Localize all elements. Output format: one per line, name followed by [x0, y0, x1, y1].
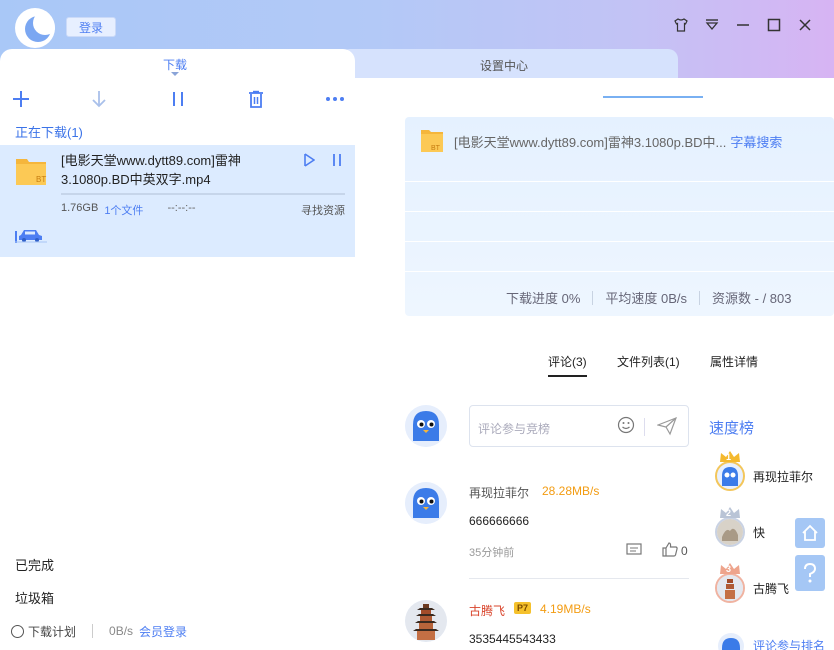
- avatar: [718, 633, 744, 650]
- minimize-icon[interactable]: [734, 16, 752, 34]
- global-speed: 0B/s: [109, 624, 134, 638]
- find-source-link[interactable]: 寻找资源: [301, 202, 345, 218]
- help-button[interactable]: [795, 555, 825, 591]
- tab-file-list[interactable]: 文件列表(1): [617, 353, 680, 370]
- subtitle-search-link[interactable]: 字幕搜索: [730, 135, 782, 150]
- clock-icon: [11, 624, 24, 638]
- window-controls: [672, 16, 814, 34]
- status-bar: 下载计划 0B/s 会员登录: [0, 617, 355, 645]
- like-icon[interactable]: [662, 542, 678, 557]
- svg-text:BT: BT: [36, 175, 46, 184]
- tab-comments[interactable]: 评论(3): [548, 353, 587, 377]
- send-icon[interactable]: [657, 416, 677, 436]
- bt-file-icon: BT: [16, 159, 46, 185]
- more-icon[interactable]: [322, 86, 348, 112]
- login-button[interactable]: 登录: [66, 17, 116, 37]
- comment-speed: 28.28MB/s: [542, 484, 600, 498]
- avatar: 2: [715, 507, 745, 547]
- vip-login-link[interactable]: 会员登录: [139, 623, 187, 640]
- rank-item[interactable]: 2 快: [715, 507, 766, 547]
- rank-username: 再现拉菲尔: [753, 469, 814, 484]
- tab-caret-icon: [171, 72, 179, 76]
- download-meta: 1.76GB 1个文件 --:--:--: [61, 202, 196, 218]
- avatar[interactable]: [405, 600, 447, 642]
- task-info-card: BT [电影天堂www.dytt89.com]雷神3.1080p.BD中... 字…: [405, 117, 834, 316]
- join-ranking-link[interactable]: 评论参与排名: [753, 637, 825, 650]
- tab-properties[interactable]: 属性详情: [710, 353, 758, 370]
- app-logo: [15, 8, 55, 48]
- downloading-section-title[interactable]: 正在下载(1): [15, 122, 83, 141]
- download-item[interactable]: BT [电影天堂www.dytt89.com]雷神3.1080p.BD中英双字.…: [0, 145, 355, 257]
- download-item-actions: [303, 153, 343, 170]
- rank-username: 快: [753, 525, 766, 540]
- rank-username: 古腾飞: [753, 581, 790, 596]
- progress-stat: 下载进度 0%: [506, 291, 581, 306]
- remaining-time: --:--:--: [167, 202, 196, 214]
- pause-icon[interactable]: [165, 86, 191, 112]
- home-icon: [802, 524, 818, 541]
- like-count: 0: [681, 544, 688, 558]
- reply-icon[interactable]: [626, 543, 642, 557]
- delete-icon[interactable]: [243, 86, 269, 112]
- close-icon[interactable]: [796, 16, 814, 34]
- task-stats: 下载进度 0% 平均速度 0B/s 资源数 - / 803: [506, 288, 792, 307]
- help-icon: [804, 562, 817, 583]
- toolbar: [0, 86, 355, 112]
- vip-level-badge: P7: [514, 602, 532, 614]
- avg-speed-stat: 平均速度 0B/s: [605, 291, 688, 306]
- comment-text: 3535445543433: [469, 632, 556, 646]
- comment-username[interactable]: 古腾飞: [469, 602, 505, 619]
- avatar[interactable]: [405, 482, 447, 524]
- bt-file-icon: BT: [421, 130, 443, 152]
- comment-speed: 4.19MB/s: [540, 602, 591, 616]
- emoji-icon[interactable]: [617, 416, 635, 434]
- comment-input[interactable]: 评论参与竞榜: [469, 405, 689, 447]
- completed-section[interactable]: 已完成: [15, 555, 54, 574]
- download-file-name: [电影天堂www.dytt89.com]雷神3.1080p.BD中英双字.mp4: [61, 153, 241, 187]
- comment-username[interactable]: 再现拉菲尔: [469, 484, 529, 501]
- maximize-icon[interactable]: [765, 16, 783, 34]
- avatar: 3: [715, 563, 745, 603]
- comment-text: 666666666: [469, 514, 530, 528]
- download-size: 1.76GB: [61, 202, 99, 214]
- download-progress-bar: [61, 193, 345, 195]
- rank-item[interactable]: 3 古腾飞: [715, 563, 790, 603]
- svg-text:BT: BT: [431, 145, 441, 152]
- comment-divider: [469, 578, 689, 579]
- play-icon[interactable]: [303, 153, 316, 170]
- rank-item[interactable]: 1 再现拉菲尔: [715, 451, 814, 491]
- tab-download-label[interactable]: 下载: [0, 56, 350, 73]
- file-count-link[interactable]: 1个文件: [104, 202, 143, 218]
- download-schedule-link[interactable]: 下载计划: [28, 623, 76, 640]
- sources-stat: 资源数 - / 803: [712, 291, 792, 306]
- speed-ranking-title: 速度榜: [709, 420, 755, 437]
- avatar: 1: [715, 451, 745, 491]
- add-icon[interactable]: [8, 86, 34, 112]
- tab-settings-label[interactable]: 设置中心: [340, 57, 668, 74]
- comment-time: 35分钟前: [469, 547, 515, 559]
- home-button[interactable]: [795, 518, 825, 548]
- menu-dropdown-icon[interactable]: [703, 16, 721, 34]
- avatar: [405, 405, 447, 447]
- comment-input-placeholder: 评论参与竞榜: [478, 422, 551, 436]
- trash-section[interactable]: 垃圾箱: [15, 588, 54, 607]
- start-download-icon[interactable]: [86, 86, 112, 112]
- car-icon[interactable]: [15, 225, 47, 243]
- skin-icon[interactable]: [672, 16, 690, 34]
- item-pause-icon[interactable]: [331, 153, 343, 170]
- task-title: [电影天堂www.dytt89.com]雷神3.1080p.BD中... 字幕搜索: [454, 135, 783, 150]
- carousel-indicator: [603, 96, 703, 98]
